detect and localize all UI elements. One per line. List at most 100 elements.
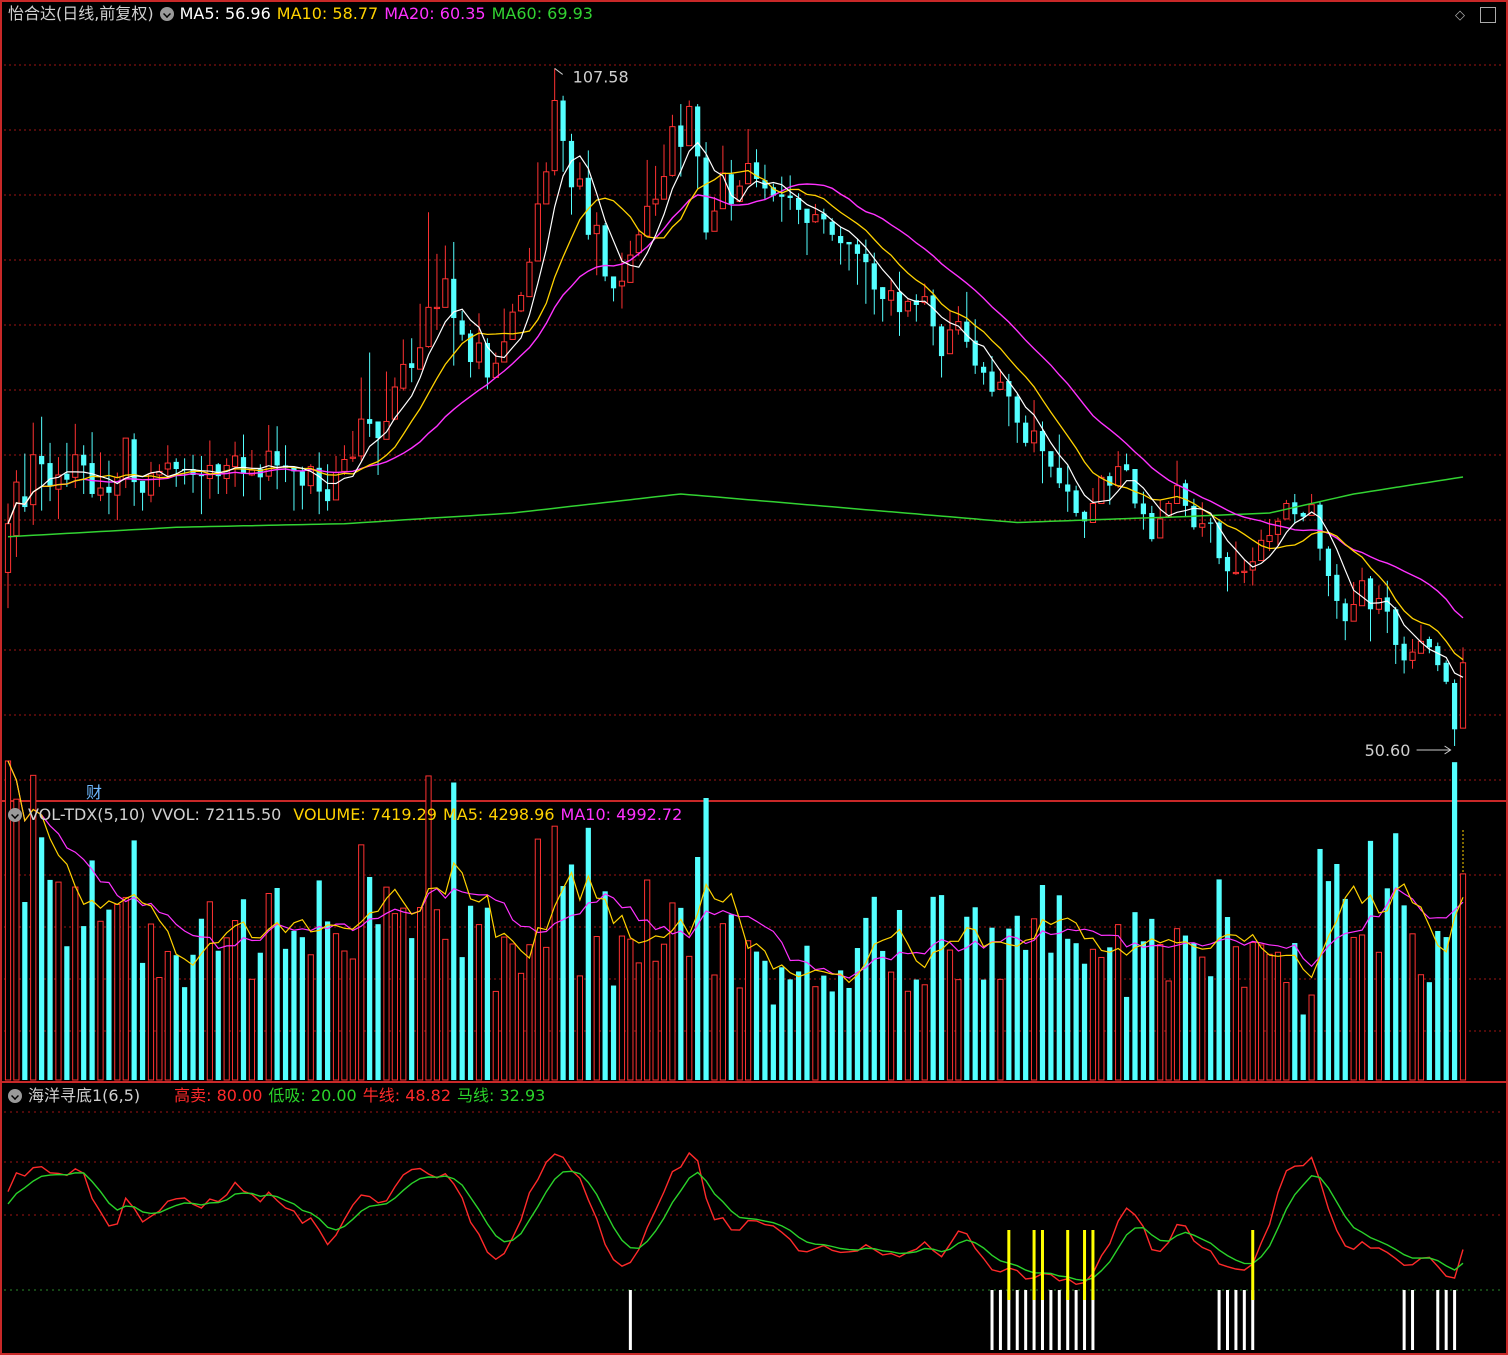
candle-body-up [635, 234, 642, 254]
candle-body-down [1056, 467, 1062, 484]
candle-body-down [1443, 662, 1449, 682]
volume-bar-up [627, 938, 634, 1081]
candle-body-down [1014, 396, 1020, 423]
volume-bar-up [1089, 948, 1097, 1081]
candle-body-down [274, 451, 280, 466]
candle-body-down [787, 195, 793, 198]
candle-body-down [1132, 469, 1138, 504]
indicator-settings-icon[interactable] [8, 1089, 22, 1103]
volume-bar-down [1443, 937, 1449, 1080]
candle-body-up [4, 523, 12, 573]
candle-body-down [1023, 422, 1029, 443]
volume-bar-up [1258, 944, 1265, 1081]
indicator-title[interactable]: 海洋寻底1(6,5) [28, 1086, 140, 1105]
candle-body-up [686, 105, 693, 147]
candle-body-up [1283, 502, 1290, 520]
volume-bar-down [484, 907, 491, 1080]
volume-bar-up [383, 886, 390, 1081]
candle-body-down [560, 100, 566, 141]
volume-bar-down [64, 946, 70, 1080]
candle-body-up [501, 341, 508, 363]
volume-bar-up [223, 937, 230, 1081]
volume-bar-up [997, 978, 1004, 1081]
volume-bar-down [1334, 863, 1340, 1080]
volume-bar-down [1023, 949, 1029, 1080]
candle-body-up [30, 454, 37, 506]
volume-bar-down [22, 902, 28, 1080]
volume-bar-down [324, 921, 331, 1080]
candle-body-down [989, 371, 995, 392]
settings-toggle-icon[interactable] [159, 7, 174, 21]
volume-bar-down [863, 917, 869, 1080]
volume-bar-down [215, 950, 221, 1080]
volume-bar-down [39, 837, 45, 1080]
volume-bar-up [812, 986, 819, 1081]
candle-body-down [89, 463, 95, 494]
candle-body-up [946, 329, 954, 355]
candle-body-up [1199, 523, 1206, 528]
volume-bar-down [846, 987, 852, 1080]
volume-bar-down [451, 782, 457, 1080]
diamond-icon[interactable]: ◇ [1455, 8, 1469, 23]
volume-bar-up [433, 909, 441, 1081]
volume-bar-up [475, 924, 483, 1081]
candle-body-down [1367, 578, 1374, 610]
volume-bar-down [367, 876, 373, 1080]
candle-body-down [375, 421, 381, 439]
candle-body-up [644, 205, 651, 237]
volume-bar-down [1325, 881, 1332, 1080]
volume-bar-down [770, 1004, 776, 1080]
candle-body-down [846, 241, 852, 245]
stock-chart-canvas[interactable]: 107.58 50.60 [0, 0, 1508, 1355]
candle-body-up [1266, 535, 1273, 543]
volume-bar-up [1308, 994, 1315, 1081]
volume-bar-down [190, 954, 196, 1080]
volume-bar-up [13, 798, 20, 1081]
volume-bar-down [1451, 762, 1458, 1080]
candle-body-down [367, 419, 373, 424]
candle-body-up [400, 363, 407, 389]
candle-body-down [804, 208, 810, 223]
candle-body-up [534, 203, 541, 262]
volume-bar-up [887, 971, 895, 1081]
volume-bar-up [576, 975, 584, 1081]
volume-bar-up [526, 944, 533, 1081]
volume-bar-down [896, 909, 903, 1080]
candle-body-up [711, 210, 718, 232]
stock-title[interactable]: 怡合达(日线,前复权) [8, 4, 154, 23]
candle-body-up [97, 487, 104, 496]
volume-bar-up [1241, 986, 1248, 1081]
candle-body-up [904, 300, 912, 312]
volume-bar-down [585, 827, 591, 1080]
finance-tag[interactable]: 财 [86, 779, 102, 803]
volume-bar-down [1073, 943, 1079, 1080]
volume-bar-down [409, 938, 415, 1080]
candle-body-down [728, 174, 734, 204]
volume-bar-down [728, 914, 734, 1080]
volume-bar-up [1459, 873, 1467, 1081]
volume-bar-down [703, 798, 709, 1080]
candle-body-down [1208, 522, 1214, 524]
candle-body-up [248, 469, 256, 476]
volume-bar-down [610, 985, 617, 1080]
volume-bar-down [1426, 982, 1432, 1080]
volume-bar-up [72, 886, 79, 1081]
volume-bar-up [711, 974, 718, 1081]
window-square-icon[interactable] [1480, 7, 1496, 23]
vol-indicator-title[interactable]: VOL-TDX(5,10) [28, 805, 145, 824]
ma20-legend: MA20: 60.35 [384, 4, 486, 23]
volume-bar-down [1056, 895, 1062, 1080]
candle-body-down [1065, 484, 1071, 492]
volume-bar-down [1300, 1014, 1306, 1080]
volume-bar-down [1123, 996, 1130, 1080]
volume-bar-up [660, 943, 668, 1081]
candle-body-down [779, 194, 785, 197]
volume-settings-icon[interactable] [8, 808, 22, 822]
volume-bar-up [534, 838, 541, 1081]
volume-bar-down [854, 948, 861, 1080]
candle-body-down [1182, 483, 1189, 506]
volume-bar-down [1342, 898, 1348, 1080]
candle-body-up [475, 342, 483, 363]
volume-bar-down [568, 864, 575, 1080]
candle-body-up [551, 100, 558, 172]
